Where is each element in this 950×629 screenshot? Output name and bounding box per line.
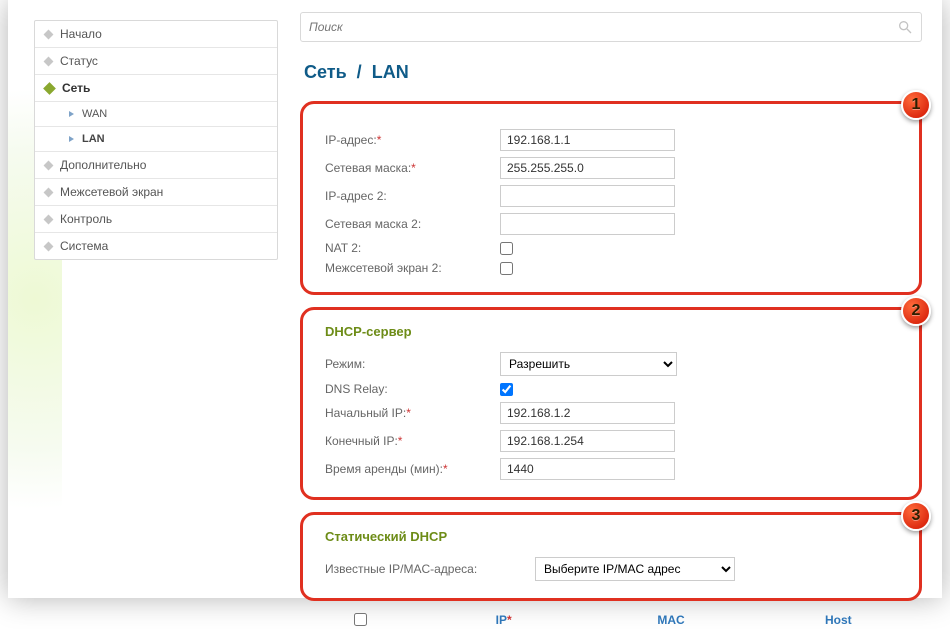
sidebar-item-label: Межсетевой экран (60, 185, 163, 199)
sidebar-item-label: Система (60, 239, 108, 253)
mask-input[interactable] (500, 157, 675, 179)
arrow-icon (69, 136, 74, 142)
sidebar-menu: Начало Статус Сеть WAN LAN Дополнительно… (34, 20, 278, 260)
mask-label: Сетевая маска:* (325, 161, 500, 175)
annotation-badge: 2 (901, 296, 931, 326)
sidebar-subitem-label: WAN (82, 108, 107, 120)
sidebar-item-label: Контроль (60, 212, 112, 226)
nat2-label: NAT 2: (325, 241, 500, 255)
col-ip: IP* (420, 613, 587, 629)
lease-label: Время аренды (мин):* (325, 462, 500, 476)
ip2-label: IP-адрес 2: (325, 189, 500, 203)
known-addresses-label: Известные IP/MAC-адреса: (325, 562, 535, 576)
col-mac: MAC (587, 613, 754, 629)
breadcrumb-part: LAN (372, 62, 409, 82)
mask2-input[interactable] (500, 213, 675, 235)
diamond-icon (43, 82, 56, 95)
search-icon[interactable] (897, 19, 913, 35)
breadcrumb-sep: / (357, 62, 362, 82)
sidebar-subitem-lan[interactable]: LAN (35, 127, 277, 152)
fw2-checkbox[interactable] (500, 262, 513, 275)
lan-basic-block: 1 IP-адрес:* Сетевая маска:* IP-адрес 2:… (300, 101, 922, 295)
sidebar-item-firewall[interactable]: Межсетевой экран (35, 179, 277, 206)
col-host: Host (755, 613, 922, 629)
start-ip-label: Начальный IP:* (325, 406, 500, 420)
diamond-icon (44, 160, 54, 170)
breadcrumb-part: Сеть (304, 62, 347, 82)
static-dhcp-table-header: IP* MAC Host (300, 613, 922, 629)
sidebar-item-home[interactable]: Начало (35, 21, 277, 48)
sidebar-item-status[interactable]: Статус (35, 48, 277, 75)
search-input[interactable] (309, 20, 897, 34)
fw2-label: Межсетевой экран 2: (325, 261, 500, 275)
breadcrumb: Сеть / LAN (304, 62, 922, 83)
end-ip-input[interactable] (500, 430, 675, 452)
sidebar-item-label: Статус (60, 54, 98, 68)
ip2-input[interactable] (500, 185, 675, 207)
annotation-badge: 1 (901, 90, 931, 120)
sidebar-item-system[interactable]: Система (35, 233, 277, 259)
end-ip-label: Конечный IP:* (325, 434, 500, 448)
sidebar-item-label: Начало (60, 27, 102, 41)
sidebar-subitem-wan[interactable]: WAN (35, 102, 277, 127)
sidebar-item-label: Сеть (62, 81, 90, 95)
annotation-badge: 3 (901, 501, 931, 531)
sidebar-item-control[interactable]: Контроль (35, 206, 277, 233)
lease-input[interactable] (500, 458, 675, 480)
diamond-icon (44, 214, 54, 224)
sidebar-item-advanced[interactable]: Дополнительно (35, 152, 277, 179)
ip-label: IP-адрес:* (325, 133, 500, 147)
dhcp-server-block: 2 DHCP-сервер Режим:Разрешить DNS Relay:… (300, 307, 922, 500)
mode-label: Режим: (325, 357, 500, 371)
diamond-icon (44, 56, 54, 66)
sidebar-subitem-label: LAN (82, 133, 105, 145)
dns-relay-checkbox[interactable] (500, 383, 513, 396)
diamond-icon (44, 241, 54, 251)
mask2-label: Сетевая маска 2: (325, 217, 500, 231)
sidebar-item-network[interactable]: Сеть (35, 75, 277, 102)
start-ip-input[interactable] (500, 402, 675, 424)
search-container (300, 12, 922, 42)
sidebar-item-label: Дополнительно (60, 158, 146, 172)
dhcp-title: DHCP-сервер (325, 324, 903, 339)
mode-select[interactable]: Разрешить (500, 352, 677, 376)
ip-input[interactable] (500, 129, 675, 151)
known-addresses-select[interactable]: Выберите IP/MAC адрес (535, 557, 735, 581)
static-dhcp-block: 3 Статический DHCP Известные IP/MAC-адре… (300, 512, 922, 601)
table-select-all-checkbox[interactable] (354, 613, 367, 626)
diamond-icon (44, 187, 54, 197)
static-dhcp-title: Статический DHCP (325, 529, 903, 544)
diamond-icon (44, 29, 54, 39)
arrow-icon (69, 111, 74, 117)
nat2-checkbox[interactable] (500, 242, 513, 255)
dns-relay-label: DNS Relay: (325, 382, 500, 396)
